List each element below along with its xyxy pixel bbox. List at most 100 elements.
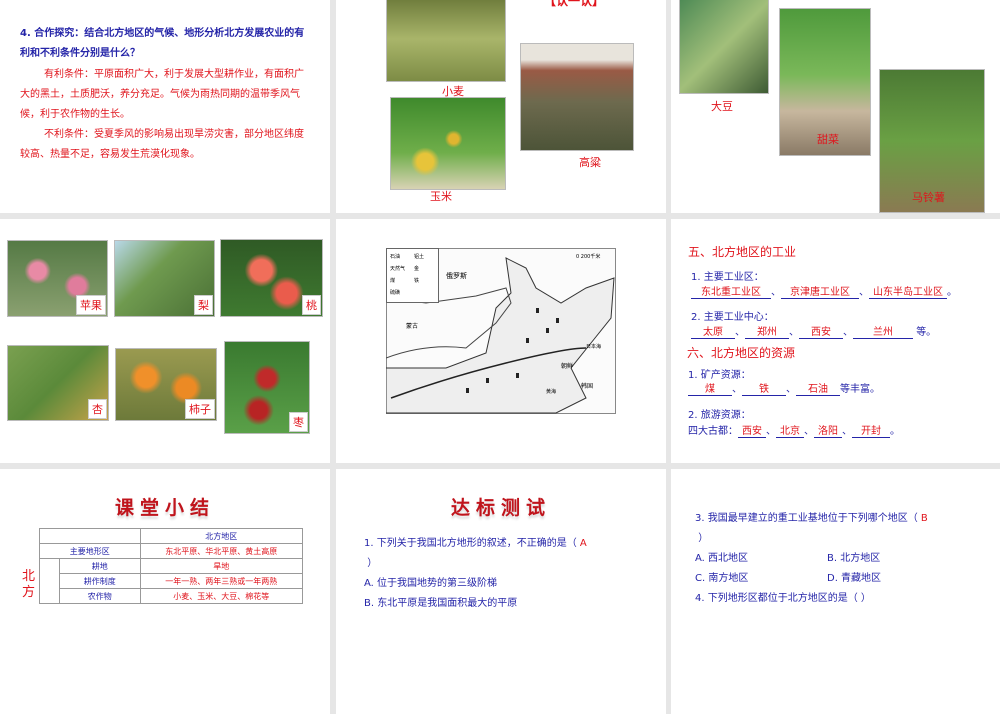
soybean-photo (679, 0, 769, 94)
answer-zone: 山东半岛工业区 (869, 283, 947, 299)
map-legend-item: 金 (414, 265, 419, 272)
question-text: 4. 合作探究：结合北方地区的气候、地形分析北方发展农业的有利和不利条件分别是什… (20, 28, 305, 59)
text: 、 (804, 426, 814, 437)
text: 、 (735, 327, 745, 338)
option-c: C. 南方地区 (695, 573, 749, 584)
answer-mineral: 煤 (688, 380, 732, 396)
slide-title: 【认一认】 (544, 0, 605, 8)
answer-1: A (579, 538, 587, 549)
text: ） (695, 529, 985, 549)
text: 主要地形区 (39, 543, 141, 559)
answer-capital: 洛阳 (814, 422, 842, 438)
slide-thumbnail-3[interactable]: 大豆 甜菜 马铃薯 (671, 0, 1000, 213)
text (536, 308, 539, 313)
text (546, 328, 549, 333)
wheat-photo (386, 0, 506, 82)
slide-thumbnail-8[interactable]: 达标测试 1. 下列关于我国北方地形的叙述，不正确的是（ A ） A. 位于我国… (336, 469, 666, 714)
text: 北方地区 (39, 528, 304, 544)
map-legend-item: 铝土 (414, 253, 424, 260)
text: 农作物 (59, 588, 141, 604)
question-1: 1. 下列关于我国北方地形的叙述，不正确的是（ (364, 538, 577, 549)
peach-photo: 桃 (220, 239, 323, 317)
text: 等丰富。 (840, 384, 880, 395)
text: 北方地区 (139, 528, 304, 544)
heading-resources: 六、北方地区的资源 (687, 346, 796, 360)
text: 、 (842, 426, 852, 437)
question-3: 3. 我国最早建立的重工业基地位于下列哪个地区（ (695, 513, 918, 524)
answer-center: 郑州 (745, 323, 789, 339)
slide-thumbnail-2[interactable]: 【认一认】 小麦 高粱 玉米 (336, 0, 666, 213)
answer-capital: 北京 (776, 422, 804, 438)
slide-thumbnail-1[interactable]: 4. 合作探究：结合北方地区的气候、地形分析北方发展农业的有利和不利条件分别是什… (0, 0, 330, 213)
map-legend-item: 煤 (390, 277, 395, 284)
answer-center: 太原 (691, 323, 735, 339)
text (556, 318, 559, 323)
option-a: A. 位于我国地势的第三级阶梯 (364, 578, 498, 589)
map-label: 俄罗斯 (446, 271, 467, 280)
text (466, 388, 469, 393)
vertical-label: 北方 (22, 569, 36, 600)
slide-thumbnail-5[interactable]: 石油 铝土 天然气 金 煤 铁 硫磺 0 200千米 俄罗斯 蒙古 朝鲜 韩国 … (336, 219, 666, 463)
text: 东北重工业区、京津唐工业区、山东半岛工业区。 (691, 283, 957, 299)
heading-industry: 五、北方地区的工业 (688, 245, 797, 259)
option-b: B. 北方地区 (827, 553, 881, 564)
text: 北方地区 主要地形区 东北平原、华北平原、黄土高原 耕地 旱地 耕作制度 一年一熟、两… (39, 528, 304, 604)
text: 桃 (302, 295, 321, 315)
answer-center: 西安 (799, 323, 843, 339)
slide-thumbnail-9[interactable]: 3. 我国最早建立的重工业基地位于下列哪个地区（ B ） A. 西北地区 B. 北… (671, 469, 1000, 714)
text: 1. 下列关于我国北方地形的叙述，不正确的是（ A (364, 534, 644, 554)
text: 一年一熟、两年三熟或一年两熟 (139, 573, 304, 589)
apple-photo: 苹果 (7, 240, 108, 317)
q-minerals: 1. 矿产资源： (688, 370, 751, 381)
corn-photo (390, 97, 506, 190)
north-china-resource-map: 石油 铝土 天然气 金 煤 铁 硫磺 0 200千米 俄罗斯 蒙古 朝鲜 韩国 … (386, 248, 616, 414)
map-legend-item: 石油 (390, 253, 400, 260)
answer-zone: 京津唐工业区 (781, 283, 859, 299)
option-d: D. 青藏地区 (827, 573, 882, 584)
slide-thumbnail-4[interactable]: 苹果 梨 桃 杏 柿子 枣 (0, 219, 330, 463)
text: 枣 (289, 412, 308, 432)
slide-title: 课堂小结 (114, 497, 215, 519)
answer-zone: 东北重工业区 (691, 283, 771, 299)
text (39, 528, 141, 544)
jujube-photo: 枣 (224, 341, 310, 434)
question-4: 4. 下列地形区都位于北方地区的是（ ） (695, 593, 871, 604)
text: 、 (789, 327, 799, 338)
map-label: 黄海 (546, 388, 556, 395)
sorghum-photo (520, 43, 634, 151)
map-legend-item: 铁 (414, 277, 419, 284)
q-industrial-zones: 1. 主要工业区： (691, 272, 764, 283)
slide-thumbnail-7[interactable]: 课堂小结 北方 北方地区 主要地形区 东北平原、华北平原、黄土高原 耕地 旱地 耕作… (0, 469, 330, 714)
map-scale: 0 200千米 (576, 253, 600, 260)
sorghum-caption: 高粱 (579, 156, 601, 169)
pear-photo: 梨 (114, 240, 215, 317)
text: 。 (890, 426, 900, 437)
text: ） (367, 558, 378, 569)
text: 煤、铁、石油 等丰富。 (688, 380, 880, 396)
map-label: 日本海 (586, 343, 601, 350)
text: ） (698, 533, 709, 544)
text: 耕地 (59, 558, 141, 574)
potato-caption: 马铃薯 (912, 191, 945, 204)
text: 小麦、玉米、大豆、棉花等 (139, 588, 304, 604)
summary-table: 北方地区 主要地形区 东北平原、华北平原、黄土高原 耕地 旱地 耕作制度 一年一熟、两… (39, 528, 304, 604)
text (526, 338, 529, 343)
answer-center: 兰州 (853, 323, 913, 339)
text: 、 (786, 384, 796, 395)
slide-thumbnail-6[interactable]: 五、北方地区的工业 1. 主要工业区： 东北重工业区、京津唐工业区、山东半岛工业… (671, 219, 1000, 463)
answer-capital: 西安 (738, 422, 766, 438)
answer-capital: 开封 (852, 422, 890, 438)
corn-caption: 玉米 (430, 190, 452, 203)
text (39, 558, 60, 604)
text: 耕作制度 (59, 573, 141, 589)
text: C. 南方地区 D. 青藏地区 (695, 569, 985, 589)
text: 太原、郑州、西安、兰州 等。 (691, 323, 936, 339)
text: 、 (732, 384, 742, 395)
text: 四大古都： (688, 426, 738, 437)
map-legend-item: 天然气 (390, 265, 405, 272)
map-label: 韩国 (581, 382, 593, 390)
text: 等。 (916, 327, 937, 338)
text: 。 (947, 287, 957, 298)
text: 、 (859, 287, 869, 298)
text: 3. 我国最早建立的重工业基地位于下列哪个地区（ B ） A. 西北地区 B. 北… (695, 509, 985, 609)
